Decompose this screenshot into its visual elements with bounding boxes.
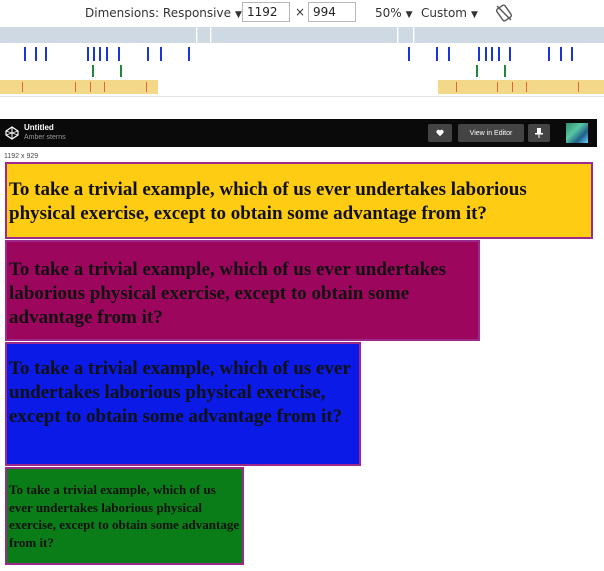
- device-viewport: Untitled Amber sterns View in Editor 119…: [0, 96, 604, 571]
- demo-box-blue: To take a trivial example, which of us e…: [5, 342, 361, 466]
- codepen-header: Untitled Amber sterns View in Editor: [0, 119, 597, 147]
- view-in-editor-button[interactable]: View in Editor: [458, 124, 524, 142]
- media-query-bar-green[interactable]: [0, 64, 604, 78]
- times-icon: ×: [295, 5, 306, 19]
- media-query-bar-max[interactable]: [0, 27, 604, 43]
- heart-icon: [436, 129, 444, 137]
- device-toolbar: Dimensions: Responsive▼ × 50%▼ Custom▼: [0, 0, 604, 26]
- pen-title[interactable]: Untitled: [24, 123, 54, 132]
- codepen-logo-icon[interactable]: [5, 126, 19, 140]
- chevron-down-icon: ▼: [234, 10, 242, 20]
- height-input[interactable]: [308, 2, 356, 22]
- media-query-bar-orange[interactable]: [0, 80, 604, 94]
- heart-button[interactable]: [428, 124, 452, 142]
- rotate-icon[interactable]: [494, 3, 514, 23]
- demo-box-purple: To take a trivial example, which of us e…: [5, 240, 480, 341]
- user-avatar[interactable]: [566, 123, 588, 143]
- pin-button[interactable]: [528, 124, 550, 142]
- demo-box-yellow: To take a trivial example, which of us e…: [5, 162, 593, 239]
- demo-box-text: To take a trivial example, which of us e…: [9, 358, 351, 427]
- viewport-size-label: 1192 x 929: [4, 153, 39, 160]
- pin-icon: [535, 128, 543, 138]
- demo-box-text: To take a trivial example, which of us e…: [9, 482, 240, 550]
- dimensions-label: Dimensions: Responsive: [85, 6, 231, 20]
- width-input[interactable]: [242, 2, 290, 22]
- media-query-bar-blue[interactable]: [0, 46, 604, 62]
- demo-box-text: To take a trivial example, which of us e…: [9, 259, 446, 328]
- demo-box-green: To take a trivial example, which of us e…: [5, 467, 244, 565]
- pen-author[interactable]: Amber sterns: [24, 134, 66, 141]
- chevron-down-icon: ▼: [470, 10, 478, 20]
- demo-box-text: To take a trivial example, which of us e…: [9, 179, 527, 224]
- throttle-label: Custom: [421, 6, 467, 20]
- zoom-label: 50%: [375, 6, 402, 20]
- zoom-dropdown[interactable]: 50% ▼: [375, 6, 413, 20]
- chevron-down-icon: ▼: [405, 10, 413, 20]
- throttle-dropdown[interactable]: Custom ▼: [421, 6, 478, 20]
- dimensions-dropdown[interactable]: Dimensions: Responsive ▼: [85, 6, 242, 20]
